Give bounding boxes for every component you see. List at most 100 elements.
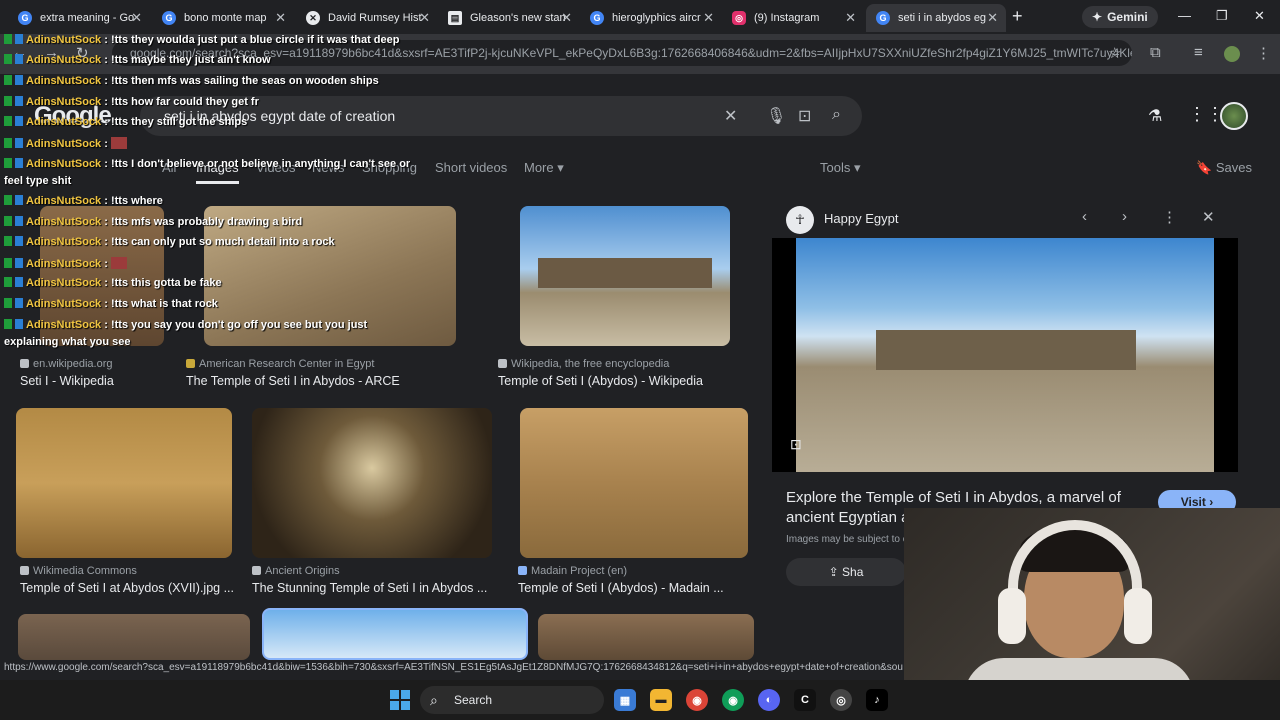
badge-icon <box>15 96 23 106</box>
chat-line: AdinsNutSock : !tts then mfs was sailing… <box>4 75 379 87</box>
tools-button[interactable]: Tools ▾ <box>820 160 861 176</box>
badge-icon <box>15 116 23 126</box>
chat-username: AdinsNutSock <box>26 236 102 248</box>
tab-david-rumsey[interactable]: ✕ David Rumsey Hist ✕ <box>296 4 438 32</box>
result-title-6[interactable]: Temple of Seti I (Abydos) - Madain ... <box>518 581 724 595</box>
tab-bono-monte-map[interactable]: G bono monte map ✕ <box>152 4 294 32</box>
emote-icon <box>110 137 127 149</box>
tiktok-icon[interactable]: ♪ <box>866 689 888 711</box>
share-icon: ⇪ <box>828 565 839 579</box>
google-icon: G <box>18 11 32 25</box>
share-button[interactable]: ⇪ Sha <box>786 558 906 586</box>
chat-username: AdinsNutSock <box>26 96 102 108</box>
labs-flask-icon[interactable]: ⚗ <box>1148 106 1162 126</box>
tab-gleason[interactable]: ▤ Gleason's new stan ✕ <box>438 4 580 32</box>
result-title-2[interactable]: The Temple of Seti I in Abydos - ARCE <box>186 374 400 388</box>
tab-short-videos[interactable]: Short videos <box>435 160 507 175</box>
discord-icon[interactable]: ◐ <box>758 689 780 711</box>
close-icon[interactable]: ✕ <box>561 10 572 26</box>
chat-line: AdinsNutSock : !tts where <box>4 195 163 207</box>
extensions-icon[interactable]: ⧉ <box>1150 44 1161 61</box>
more-options-icon[interactable]: ⋮ <box>1162 208 1177 226</box>
close-icon[interactable]: ✕ <box>419 10 430 26</box>
next-icon[interactable]: › <box>1122 208 1127 225</box>
lens-search-icon[interactable]: ⊡ <box>790 436 802 453</box>
tab-instagram[interactable]: ◎ (9) Instagram ✕ <box>722 4 864 32</box>
close-icon[interactable]: ✕ <box>987 10 998 26</box>
tab-extra-meaning[interactable]: G extra meaning - Go ✕ <box>8 4 150 32</box>
result-title-4[interactable]: Temple of Seti I at Abydos (XVII).jpg ..… <box>20 581 234 595</box>
call-of-duty-icon[interactable]: C <box>794 689 816 711</box>
chat-message: explaining what you see <box>4 336 131 348</box>
tab-hieroglyphics[interactable]: G hieroglyphics aircr ✕ <box>580 4 722 32</box>
close-panel-icon[interactable]: ✕ <box>1202 208 1215 226</box>
google-icon: G <box>876 11 890 25</box>
file-explorer-icon[interactable]: ▬ <box>650 689 672 711</box>
badge-icon <box>4 258 12 268</box>
mic-icon[interactable]: 🎙 <box>766 106 786 126</box>
result-title-3[interactable]: Temple of Seti I (Abydos) - Wikipedia <box>498 374 703 388</box>
badge-icon <box>15 54 23 64</box>
lens-icon[interactable]: ⊡ <box>798 106 811 126</box>
chat-username: AdinsNutSock <box>26 195 102 207</box>
chat-message: : !tts then mfs was sailing the seas on … <box>104 75 379 87</box>
chat-username: AdinsNutSock <box>26 258 102 270</box>
browser-tab-bar: G extra meaning - Go ✕ G bono monte map … <box>0 0 1280 34</box>
result-image-8-selected[interactable] <box>262 608 528 660</box>
close-icon[interactable]: ✕ <box>845 10 856 26</box>
share-label: Sha <box>842 565 864 579</box>
apps-grid-icon[interactable]: ⋮⋮ <box>1188 104 1224 125</box>
taskbar-search[interactable]: ⌕ Search <box>420 686 604 714</box>
result-image-5[interactable] <box>252 408 492 558</box>
badge-icon <box>4 298 12 308</box>
profile-avatar[interactable] <box>1224 46 1240 62</box>
chat-message: : !tts where <box>104 195 163 207</box>
menu-icon[interactable]: ⋮ <box>1256 44 1271 62</box>
chrome-profile-icon[interactable]: ◉ <box>722 689 744 711</box>
bookmark-icon: 🔖 <box>1196 160 1213 175</box>
chat-message: : !tts they woulda just put a blue circl… <box>104 34 400 46</box>
saves-button[interactable]: 🔖 Saves <box>1196 160 1252 176</box>
result-image-6[interactable] <box>520 408 748 558</box>
bookmark-star-icon[interactable]: ☆ <box>1108 44 1121 62</box>
close-icon[interactable]: ✕ <box>703 10 714 26</box>
result-image-7[interactable] <box>18 614 250 660</box>
new-tab-button[interactable]: + <box>1012 6 1023 27</box>
wikipedia-icon <box>498 359 507 368</box>
chat-line: AdinsNutSock : <box>4 137 127 150</box>
chrome-icon[interactable]: ◉ <box>686 689 708 711</box>
emote-icon <box>110 257 127 269</box>
chat-line: AdinsNutSock : !tts you say you don't go… <box>4 319 367 331</box>
prev-icon[interactable]: ‹ <box>1082 208 1087 225</box>
window-close-icon[interactable]: ✕ <box>1254 8 1265 24</box>
minimize-icon[interactable]: — <box>1178 8 1191 23</box>
badge-icon <box>15 236 23 246</box>
close-icon[interactable]: ✕ <box>275 10 286 26</box>
windows-start-icon[interactable] <box>390 690 410 710</box>
media-icon[interactable]: ≡ <box>1194 44 1203 61</box>
badge-icon <box>15 138 23 148</box>
badge-icon <box>15 34 23 44</box>
chat-message: : !tts I don't believe or not believe in… <box>104 158 411 170</box>
badge-icon <box>15 216 23 226</box>
happy-egypt-logo: ☥ <box>786 206 814 234</box>
result-title-1[interactable]: Seti I - Wikipedia <box>20 374 114 388</box>
store-icon[interactable]: ▦ <box>614 689 636 711</box>
panel-source[interactable]: Happy Egypt <box>824 211 898 226</box>
maximize-icon[interactable]: ❐ <box>1216 8 1228 24</box>
panel-main-image[interactable]: ⊡ <box>772 238 1238 472</box>
result-image-9[interactable] <box>538 614 754 660</box>
chat-username: AdinsNutSock <box>26 138 102 150</box>
tab-seti-active[interactable]: G seti i in abydos eg ✕ <box>866 4 1006 32</box>
result-title-5[interactable]: The Stunning Temple of Seti I in Abydos … <box>252 581 487 595</box>
tab-more[interactable]: More ▾ <box>524 160 564 176</box>
gemini-button[interactable]: ✦ Gemini <box>1082 6 1158 28</box>
result-image-4[interactable] <box>16 408 232 558</box>
result-image-3[interactable] <box>520 206 730 346</box>
clear-icon[interactable]: ✕ <box>724 106 737 126</box>
close-icon[interactable]: ✕ <box>131 10 142 26</box>
account-avatar[interactable] <box>1220 102 1248 130</box>
search-icon[interactable]: ⌕ <box>832 106 841 124</box>
source-label: Wikimedia Commons <box>33 565 137 577</box>
obs-icon[interactable]: ◎ <box>830 689 852 711</box>
